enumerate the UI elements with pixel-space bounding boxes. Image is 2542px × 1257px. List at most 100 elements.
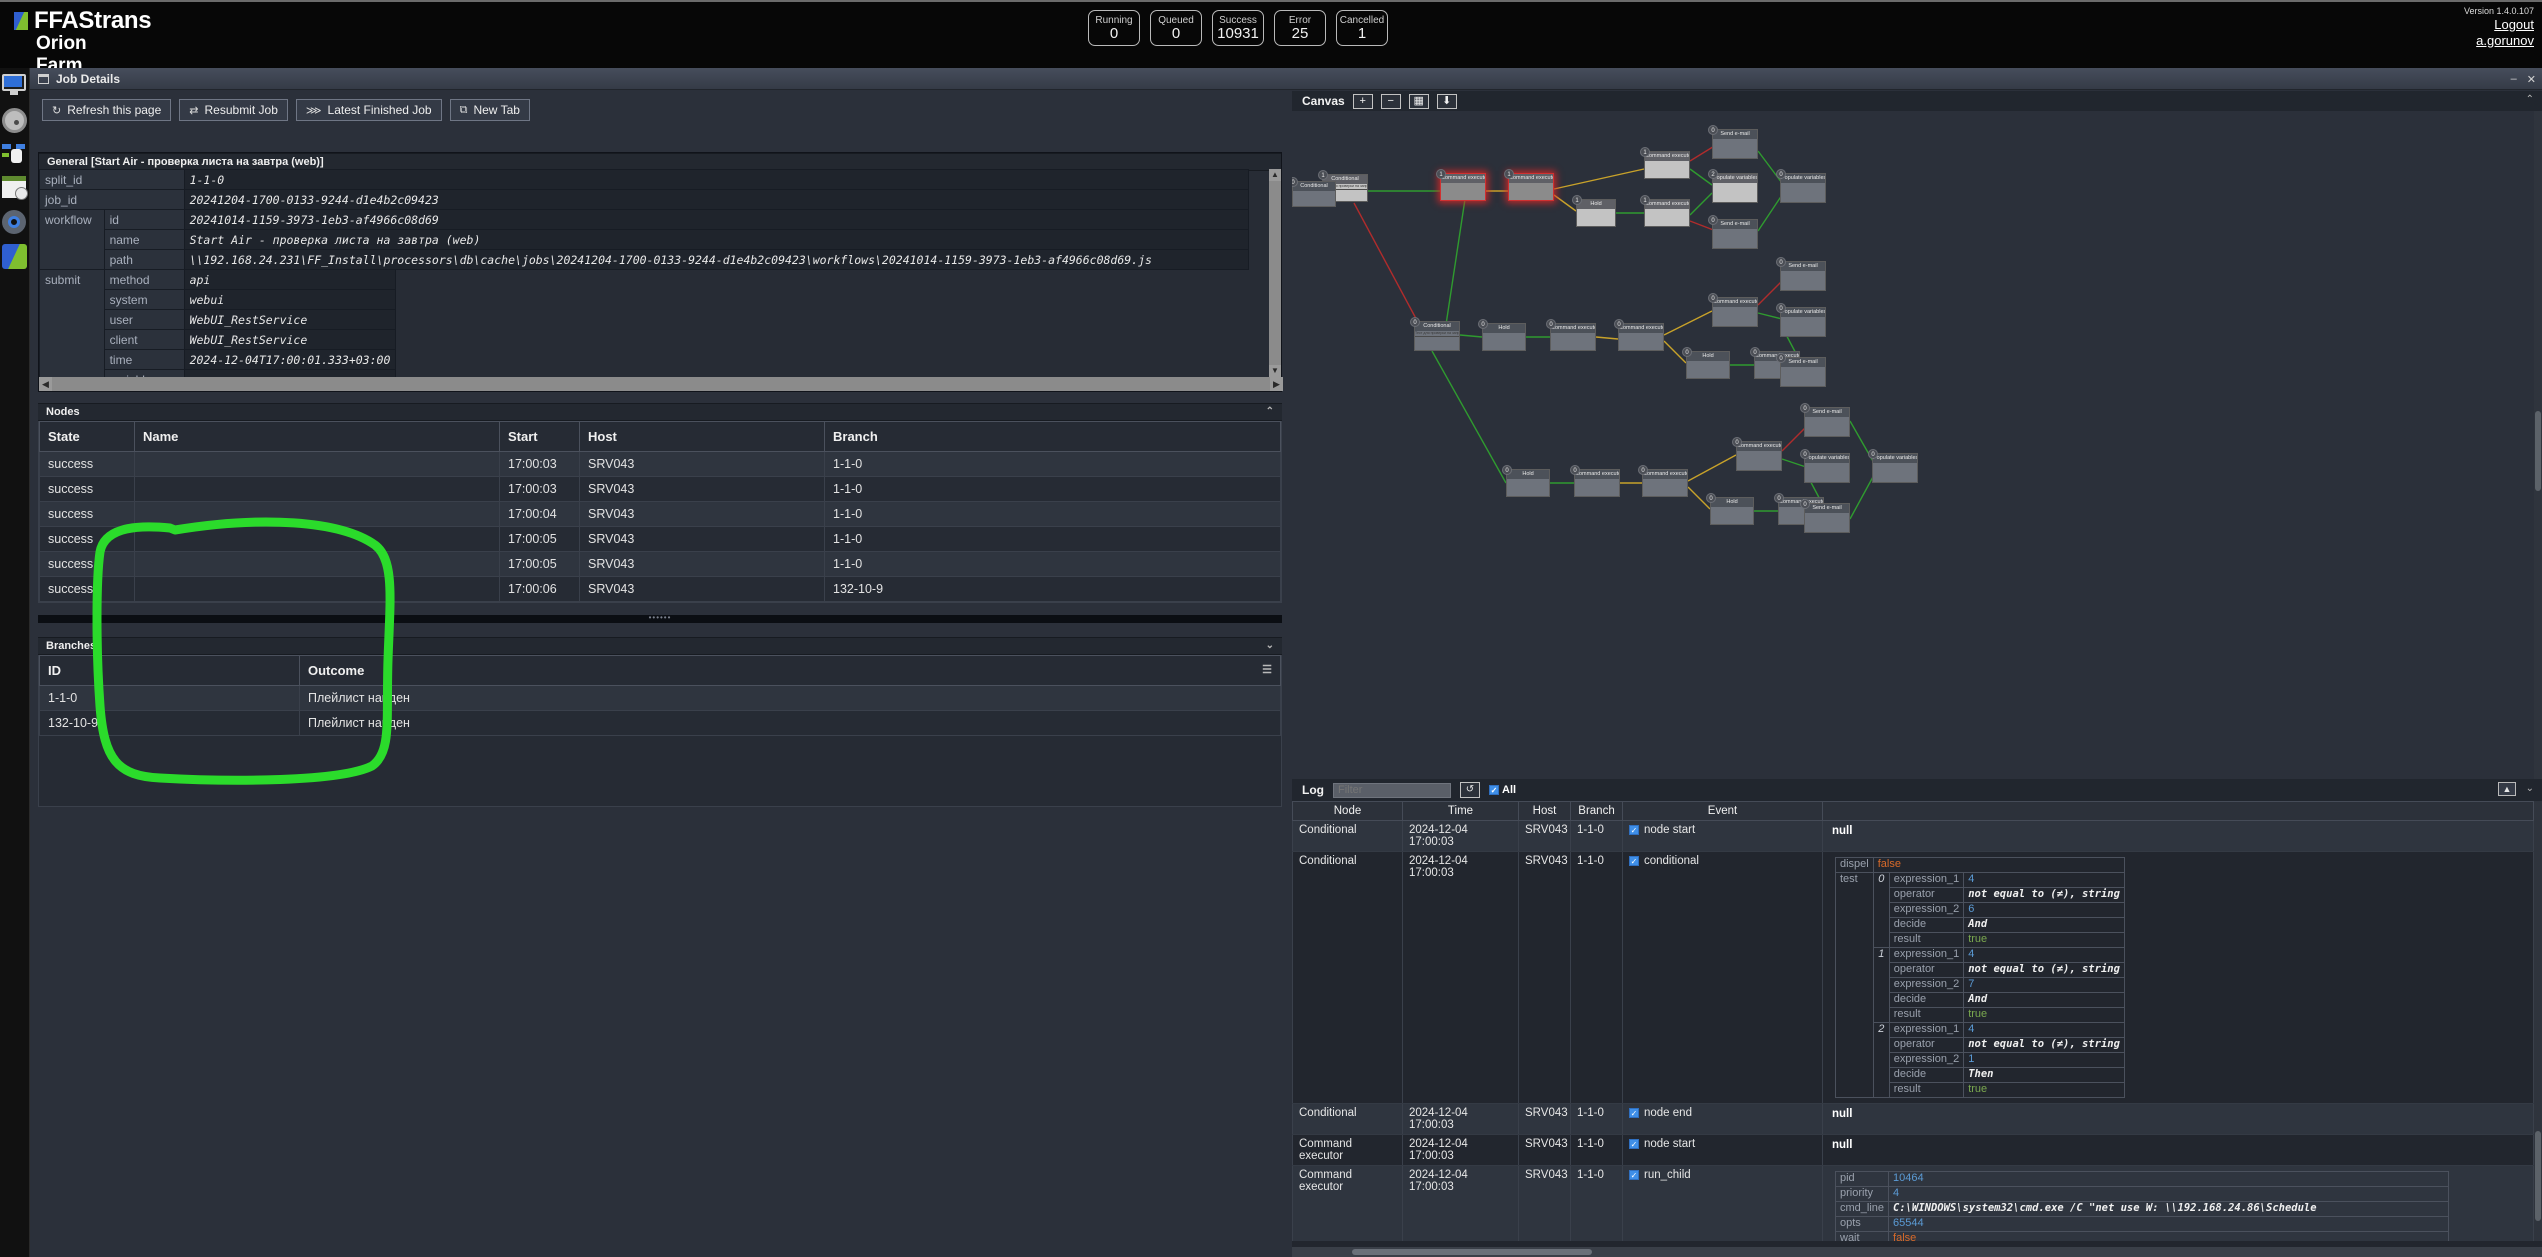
canvas-node-n5[interactable]: 1 Hold	[1572, 195, 1616, 227]
nodes-col-start[interactable]: Start	[499, 421, 580, 452]
checkbox-icon[interactable]: ✓	[1629, 1108, 1639, 1118]
canvas-node-n3[interactable]: 1 Command executor	[1504, 169, 1554, 201]
canvas-node-n13[interactable]: 0 Command executor	[1546, 319, 1596, 351]
canvas-node-n9[interactable]: 0 Send e-mail	[1708, 215, 1758, 249]
canvas-node-n2[interactable]: 1 Command executor	[1436, 169, 1486, 201]
canvas-node-n4[interactable]: 1 Command executor	[1640, 147, 1690, 179]
log-col-node[interactable]: Node	[1292, 801, 1403, 821]
canvas-node-n29[interactable]: 0 Send e-mail	[1800, 499, 1850, 533]
table-row[interactable]: success 17:00:03 SRV043 1-1-0	[39, 476, 1281, 502]
log-history-button[interactable]: ↺	[1460, 782, 1480, 798]
canvas-node-n27[interactable]: 0 Send e-mail	[1800, 403, 1850, 437]
nodes-col-name[interactable]: Name	[134, 421, 500, 452]
general-horizontal-scrollbar[interactable]: ◀ ▶	[39, 377, 1283, 391]
scroll-left-arrow-icon[interactable]: ◀	[39, 377, 52, 391]
chevron-down-icon[interactable]: ⌄	[1266, 640, 1274, 651]
branches-table-container[interactable]: ID Outcome ☰ 1-1-0 Плейлист найден 132-10-…	[38, 655, 1282, 807]
sidebar-item-settings[interactable]	[2, 210, 28, 236]
log-all-checkbox[interactable]: ✓ All	[1489, 784, 1516, 796]
chevron-up-icon[interactable]: ⌃	[2526, 94, 2534, 105]
branches-col-outcome[interactable]: Outcome ☰	[299, 655, 1281, 686]
column-options-icon[interactable]: ☰	[1262, 663, 1272, 676]
sidebar-item-media[interactable]	[2, 108, 28, 134]
canvas-vertical-scrollbar[interactable]	[2534, 111, 2542, 793]
log-col-event[interactable]: Event	[1622, 801, 1823, 821]
refresh-page-button[interactable]: ↻ Refresh this page	[42, 99, 172, 121]
username-link[interactable]: a.gorunov	[2464, 33, 2534, 49]
window-minimize-button[interactable]: –	[2511, 73, 2517, 86]
counter-success[interactable]: Success 10931	[1212, 10, 1264, 46]
scroll-down-arrow-icon[interactable]: ▼	[1269, 365, 1281, 377]
log-horizontal-scrollbar[interactable]	[1292, 1247, 2542, 1257]
canvas-node-n10[interactable]: 0 Populate variables	[1776, 169, 1826, 203]
table-row[interactable]: 1-1-0 Плейлист найден	[39, 685, 1281, 711]
log-col-detail[interactable]	[1822, 801, 2534, 821]
canvas-zoom-in-button[interactable]: +	[1352, 93, 1373, 109]
canvas-node-n22[interactable]: 0 Command executor	[1570, 465, 1620, 497]
log-col-host[interactable]: Host	[1518, 801, 1571, 821]
new-tab-button[interactable]: ⧉ New Tab	[449, 99, 530, 121]
branches-col-id[interactable]: ID	[39, 655, 300, 686]
canvas-fit-button[interactable]: ▦	[1408, 93, 1429, 109]
nodes-col-branch[interactable]: Branch	[824, 421, 1281, 452]
counter-queued[interactable]: Queued 0	[1150, 10, 1202, 46]
counter-running[interactable]: Running 0	[1088, 10, 1140, 46]
checkbox-icon[interactable]: ✓	[1629, 856, 1639, 866]
resubmit-job-button[interactable]: ⇄ Resubmit Job	[179, 99, 288, 121]
canvas-node-n18[interactable]: 0 Send e-mail	[1776, 257, 1826, 291]
canvas-node-n16[interactable]: 0 Hold	[1682, 347, 1730, 379]
nodes-col-host[interactable]: Host	[579, 421, 825, 452]
checkbox-icon[interactable]: ✓	[1629, 825, 1639, 835]
sidebar-item-scheduler[interactable]	[2, 176, 28, 202]
canvas-node-n11[interactable]: 0 Conditional Тест для проверки на запрет	[1410, 317, 1460, 351]
canvas-node-n7[interactable]: 0 Send e-mail	[1708, 125, 1758, 159]
sidebar-item-workflows[interactable]	[2, 142, 28, 168]
workflow-canvas[interactable]: 1 Conditional Тест для проверки на запрет 1…	[1292, 111, 2542, 793]
canvas-node-n28[interactable]: 0 Populate variables	[1800, 449, 1850, 483]
splitter-nodes-branches[interactable]: ••••••	[38, 614, 1282, 623]
canvas-node-n14[interactable]: 0 Command executor	[1614, 319, 1664, 351]
checkbox-icon[interactable]: ✓	[1629, 1170, 1639, 1180]
table-row[interactable]: success 17:00:03 SRV043 1-1-0	[39, 451, 1281, 477]
table-row[interactable]: 132-10-9 Плейлист найден	[39, 710, 1281, 736]
counter-cancelled[interactable]: Cancelled 1	[1336, 10, 1388, 46]
log-row[interactable]: Command executor 2024-12-04 17:00:03 SRV…	[1292, 1134, 2534, 1166]
table-row[interactable]: success 17:00:39SRV043132-10-9	[39, 601, 1281, 602]
window-close-button[interactable]: ✕	[2527, 73, 2536, 86]
canvas-node-n24[interactable]: 0 Command executor	[1732, 437, 1782, 471]
latest-finished-job-button[interactable]: ⋙ Latest Finished Job	[295, 99, 442, 121]
canvas-node-n20[interactable]: 0 Send e-mail	[1776, 353, 1826, 387]
general-scroll-region[interactable]: split_id 1-1-0 job_id 20241204-1700-0133…	[39, 169, 1283, 377]
canvas-node-n30[interactable]: 0 Populate variables	[1868, 449, 1918, 483]
canvas-node-n31[interactable]: 0 Conditional	[1292, 177, 1336, 207]
nodes-col-state[interactable]: State	[39, 421, 135, 452]
table-row[interactable]: success 17:00:05 SRV043 1-1-0	[39, 526, 1281, 552]
canvas-node-n21[interactable]: 0 Hold	[1502, 465, 1550, 497]
log-col-time[interactable]: Time	[1402, 801, 1519, 821]
sidebar-item-about[interactable]	[2, 244, 28, 270]
canvas-node-n8[interactable]: 2 Populate variables	[1708, 169, 1758, 203]
chevron-down-icon[interactable]: ⌄	[2526, 783, 2534, 794]
log-filter-input[interactable]	[1333, 782, 1451, 798]
table-row[interactable]: success 17:00:05 SRV043 1-1-0	[39, 551, 1281, 577]
log-table-container[interactable]: Node Time Host Branch Event Conditional …	[1292, 801, 2534, 1241]
log-row[interactable]: Command executor 2024-12-04 17:00:03 SRV…	[1292, 1165, 2534, 1241]
counter-error[interactable]: Error 25	[1274, 10, 1326, 46]
nodes-table-container[interactable]: State Name Start Host Branch success 17:0…	[38, 421, 1282, 603]
log-col-branch[interactable]: Branch	[1570, 801, 1623, 821]
logout-link[interactable]: Logout	[2464, 17, 2534, 33]
checkbox-icon[interactable]: ✓	[1629, 1139, 1639, 1149]
canvas-node-n6[interactable]: 1 Command executor	[1640, 195, 1690, 227]
table-row[interactable]: success 17:00:04 SRV043 1-1-0	[39, 501, 1281, 527]
log-vertical-scrollbar[interactable]	[2534, 801, 2542, 1241]
canvas-download-button[interactable]: ⬇	[1436, 93, 1457, 109]
canvas-node-n25[interactable]: 0 Hold	[1706, 493, 1754, 525]
log-row[interactable]: Conditional 2024-12-04 17:00:03 SRV043 1…	[1292, 820, 2534, 852]
general-vertical-scrollbar[interactable]: ▲ ▼	[1269, 169, 1281, 377]
canvas-zoom-out-button[interactable]: −	[1380, 93, 1401, 109]
log-row[interactable]: Conditional 2024-12-04 17:00:03 SRV043 1…	[1292, 1103, 2534, 1135]
table-row[interactable]: success 17:00:06 SRV043 132-10-9	[39, 576, 1281, 602]
log-row[interactable]: Conditional 2024-12-04 17:00:03 SRV043 1…	[1292, 851, 2534, 1104]
canvas-node-n19[interactable]: 0 Populate variables	[1776, 303, 1826, 337]
scroll-right-arrow-icon[interactable]: ▶	[1270, 377, 1283, 391]
